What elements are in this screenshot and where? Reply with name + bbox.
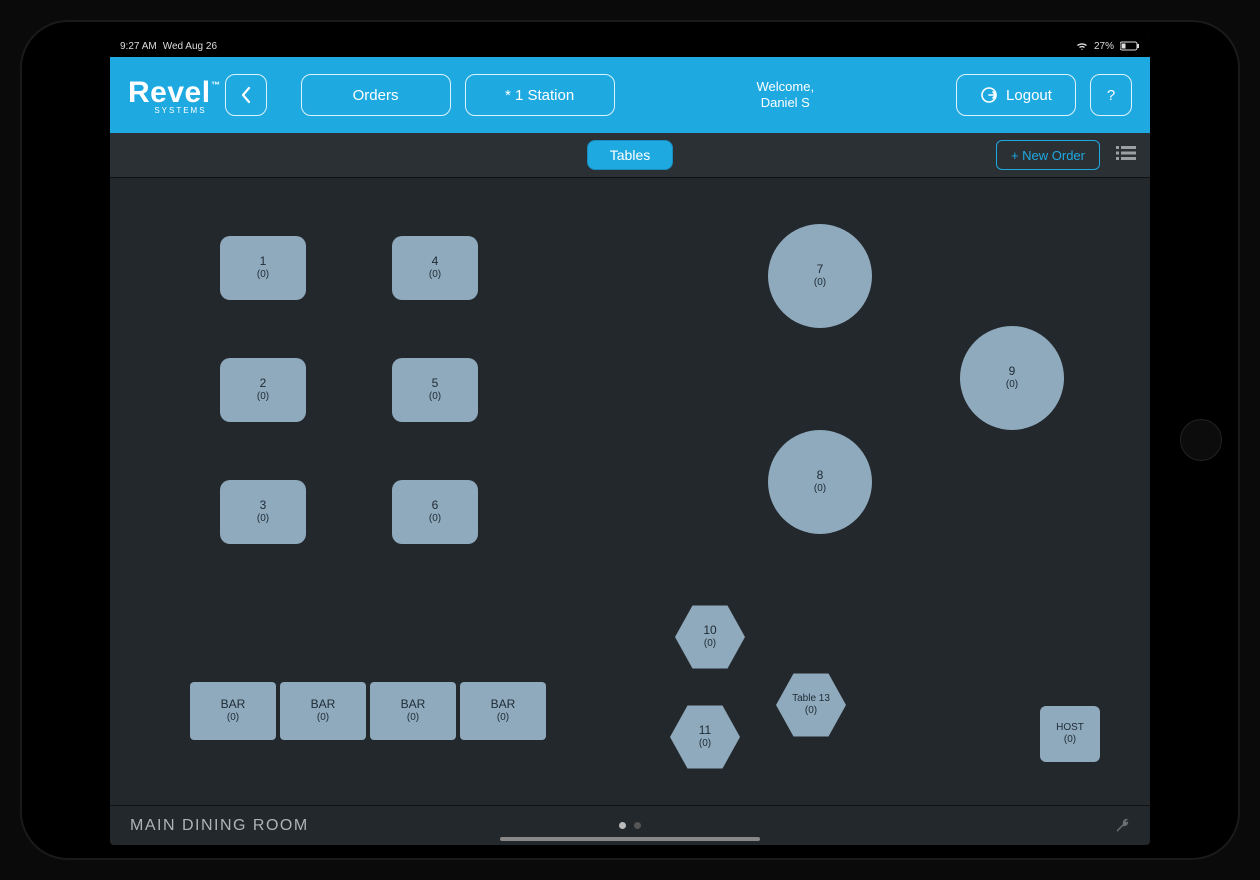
screen: 9:27 AM Wed Aug 26 27% Revel™ SYSTEMS [110,35,1150,845]
table-5[interactable]: 5 (0) [392,358,478,422]
table-number: Table 13 [792,693,830,706]
table-number: 8 [817,468,824,483]
bar-seat-1[interactable]: BAR (0) [190,682,276,740]
table-9[interactable]: 9 (0) [960,326,1064,430]
table-6[interactable]: 6 (0) [392,480,478,544]
table-subcount: (0) [317,712,329,725]
chevron-left-icon [240,86,252,104]
table-2[interactable]: 2 (0) [220,358,306,422]
battery-icon [1120,41,1140,51]
table-number: BAR [221,697,246,712]
list-view-icon[interactable] [1116,145,1136,161]
table-number: 9 [1009,364,1016,379]
table-number: 10 [703,623,716,638]
table-number: 5 [432,376,439,391]
floor-plan[interactable]: 1 (0) 2 (0) 3 (0) 4 (0) 5 (0) 6 (0 [110,177,1150,805]
host-station[interactable]: HOST (0) [1040,706,1100,762]
table-number: 7 [817,262,824,277]
table-number: 6 [432,498,439,513]
table-subcount: (0) [407,712,419,725]
table-subcount: (0) [704,638,716,651]
welcome-line2: Daniel S [757,95,815,111]
table-subcount: (0) [1064,734,1076,747]
welcome-text: Welcome, Daniel S [757,79,815,110]
page-dot-1[interactable] [619,822,626,829]
table-subcount: (0) [227,712,239,725]
table-number: 3 [260,498,267,513]
brand-logo: Revel™ SYSTEMS [128,76,211,115]
table-number: BAR [491,697,516,712]
table-8[interactable]: 8 (0) [768,430,872,534]
footer-bar: MAIN DINING ROOM [110,805,1150,845]
tables-tab-label: Tables [610,147,650,163]
help-button[interactable]: ? [1090,74,1132,116]
table-3[interactable]: 3 (0) [220,480,306,544]
page-dot-2[interactable] [634,822,641,829]
orders-button[interactable]: Orders [301,74,451,116]
table-number: 1 [260,254,267,269]
logout-icon [980,86,998,104]
table-subcount: (0) [497,712,509,725]
back-button[interactable] [225,74,267,116]
table-subcount: (0) [1006,379,1018,392]
table-subcount: (0) [814,483,826,496]
table-subcount: (0) [814,277,826,290]
page-indicator[interactable] [619,822,641,829]
bar-seat-4[interactable]: BAR (0) [460,682,546,740]
tables-tab[interactable]: Tables [587,140,673,170]
orders-label: Orders [353,87,399,104]
toolbar: Tables + New Order [110,133,1150,177]
ios-status-bar: 9:27 AM Wed Aug 26 27% [110,35,1150,57]
ipad-home-button[interactable] [1180,419,1222,461]
table-number: 2 [260,376,267,391]
table-number: 11 [699,723,711,738]
wifi-icon [1076,41,1088,51]
bar-seat-2[interactable]: BAR (0) [280,682,366,740]
station-label: * 1 Station [505,87,574,104]
brand-text: Revel [128,76,211,109]
new-order-label: + New Order [1011,148,1085,163]
table-1[interactable]: 1 (0) [220,236,306,300]
table-13[interactable]: Table 13 (0) [776,670,846,740]
table-10[interactable]: 10 (0) [675,602,745,672]
ios-home-indicator[interactable] [500,837,760,841]
help-label: ? [1107,87,1115,104]
status-date: Wed Aug 26 [163,41,217,52]
status-battery-pct: 27% [1094,41,1114,52]
welcome-line1: Welcome, [757,79,815,95]
table-number: HOST [1056,722,1084,735]
app-header: Revel™ SYSTEMS Orders * 1 Station Welcom… [110,57,1150,133]
station-button[interactable]: * 1 Station [465,74,615,116]
table-7[interactable]: 7 (0) [768,224,872,328]
table-subcount: (0) [257,269,269,282]
bar-seat-3[interactable]: BAR (0) [370,682,456,740]
table-subcount: (0) [257,391,269,404]
table-subcount: (0) [257,513,269,526]
table-subcount: (0) [429,513,441,526]
table-subcount: (0) [429,269,441,282]
status-time: 9:27 AM [120,41,157,52]
settings-wrench-icon[interactable] [1114,817,1132,835]
logout-button[interactable]: Logout [956,74,1076,116]
table-subcount: (0) [699,738,711,751]
table-subcount: (0) [805,705,817,718]
table-4[interactable]: 4 (0) [392,236,478,300]
table-11[interactable]: 11 (0) [670,702,740,772]
table-number: BAR [401,697,426,712]
table-subcount: (0) [429,391,441,404]
table-number: BAR [311,697,336,712]
table-number: 4 [432,254,439,269]
room-name: MAIN DINING ROOM [130,817,309,835]
ipad-frame: 9:27 AM Wed Aug 26 27% Revel™ SYSTEMS [20,20,1240,860]
logout-label: Logout [1006,87,1052,104]
new-order-button[interactable]: + New Order [996,140,1100,170]
